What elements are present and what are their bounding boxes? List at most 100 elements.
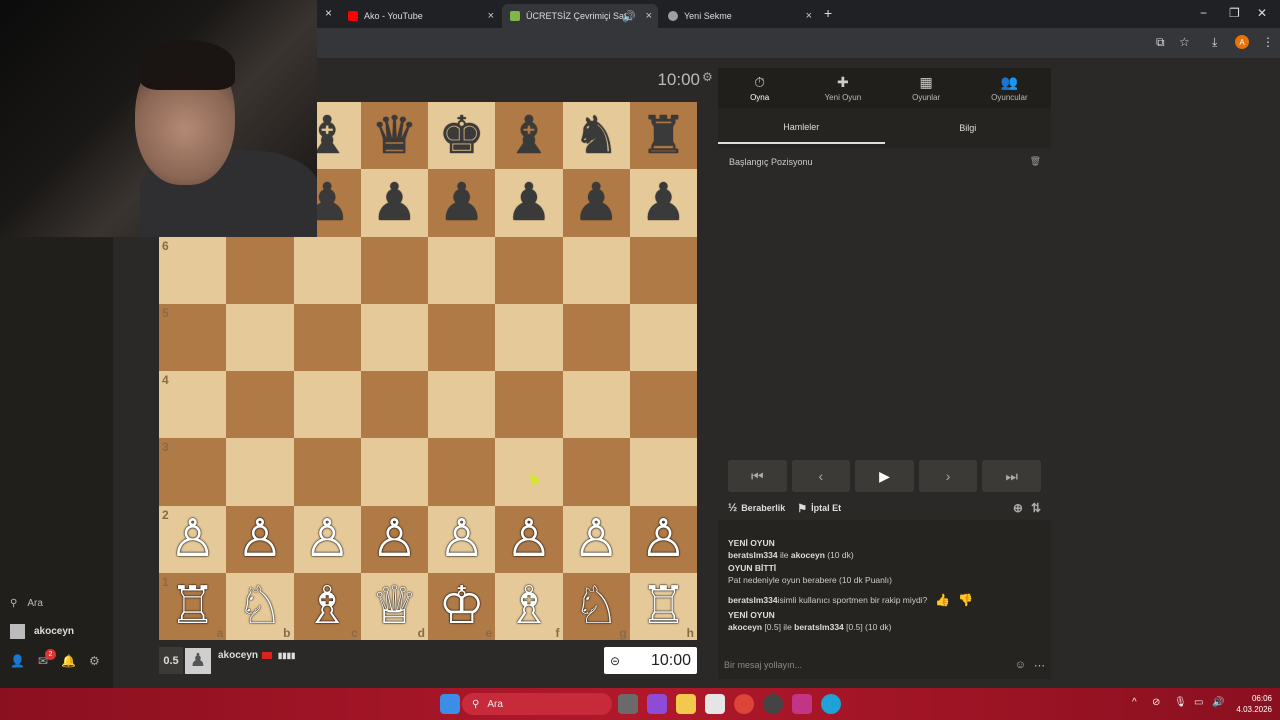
chess-piece[interactable]: ♙ [304, 513, 351, 565]
board-square[interactable] [428, 371, 496, 439]
board-square[interactable] [226, 303, 294, 371]
chess-piece[interactable]: ♚ [438, 110, 485, 162]
board-square[interactable]: ♙ 2 [159, 505, 227, 573]
chevron-up-icon[interactable]: ^ [1132, 697, 1137, 708]
board-square[interactable] [360, 438, 428, 506]
more-icon[interactable]: ⋯ [1034, 659, 1045, 672]
abort-button[interactable]: ⚑ İptal Et [797, 502, 841, 515]
tab-new[interactable]: Yeni Sekme × [660, 4, 818, 28]
chess-piece[interactable]: ♙ [371, 513, 418, 565]
board-square[interactable] [629, 236, 697, 304]
profile-avatar[interactable]: A [1235, 35, 1249, 49]
board-square[interactable]: ♛ [360, 102, 428, 170]
board-square[interactable] [428, 303, 496, 371]
board-square[interactable] [293, 438, 361, 506]
chess-piece[interactable]: ♟ [640, 177, 687, 229]
board-square[interactable]: ♖ h [629, 572, 697, 640]
board-square[interactable]: ♗ c [293, 572, 361, 640]
tab-oyuncular[interactable]: 👥 Oyuncular [968, 68, 1051, 108]
gear-icon[interactable]: ⚙ [702, 70, 713, 84]
chat-input[interactable]: Bir mesaj yollayın... ☺ ⋯ [718, 654, 1051, 676]
board-square[interactable]: 6 [159, 236, 227, 304]
chess-piece[interactable]: ♘ [573, 580, 620, 632]
board-square[interactable] [226, 236, 294, 304]
board-square[interactable]: ♞ [562, 102, 630, 170]
app-icon[interactable] [763, 694, 783, 714]
bookmark-star-icon[interactable]: ☆ [1179, 35, 1190, 49]
chess-piece[interactable]: ♝ [506, 110, 553, 162]
chess-piece[interactable]: ♙ [640, 513, 687, 565]
chess-piece[interactable]: ♙ [438, 513, 485, 565]
board-square[interactable]: ♟ [495, 169, 563, 237]
board-square[interactable] [495, 438, 563, 506]
flip-board-icon[interactable]: ⇅ [1031, 501, 1041, 515]
board-square[interactable]: 3 [159, 438, 227, 506]
board-square[interactable] [293, 371, 361, 439]
chess-piece[interactable]: ♖ [169, 580, 216, 632]
board-square[interactable] [562, 438, 630, 506]
board-square[interactable]: ♙ [226, 505, 294, 573]
menu-icon[interactable]: ⋮ [1262, 35, 1274, 49]
chess-piece[interactable]: ♙ [237, 513, 284, 565]
next-move-button[interactable]: › [918, 460, 978, 492]
speaker-icon[interactable]: 🔊 [622, 10, 636, 23]
mic-icon[interactable]: 🎙 [1174, 697, 1187, 708]
board-square[interactable]: ♙ [495, 505, 563, 573]
tab-yeni-oyun[interactable]: ✚ Yeni Oyun [801, 68, 884, 108]
board-square[interactable] [226, 371, 294, 439]
board-square[interactable]: ♙ [293, 505, 361, 573]
chess-piece[interactable]: ♙ [506, 513, 553, 565]
board-square[interactable] [293, 236, 361, 304]
board-square[interactable] [428, 438, 496, 506]
close-icon[interactable]: × [646, 10, 652, 22]
board-square[interactable]: ♘ b [226, 572, 294, 640]
board-square[interactable]: 4 [159, 371, 227, 439]
board-square[interactable] [360, 371, 428, 439]
prev-move-button[interactable]: ‹ [791, 460, 851, 492]
board-square[interactable] [562, 371, 630, 439]
file-explorer-icon[interactable] [676, 694, 696, 714]
tab-hamleler[interactable]: Hamleler [718, 112, 885, 144]
board-square[interactable]: ♔ e [428, 572, 496, 640]
board-square[interactable] [495, 371, 563, 439]
board-square[interactable]: ♙ [360, 505, 428, 573]
chess-piece[interactable]: ♟ [438, 177, 485, 229]
close-window-icon[interactable]: ✕ [1257, 6, 1267, 20]
chess-piece[interactable]: ♙ [169, 513, 216, 565]
widgets-icon[interactable] [647, 694, 667, 714]
start-position-label[interactable]: Başlangıç Pozisyonu [729, 157, 813, 167]
sidebar-search[interactable]: ⚲ Ara [10, 598, 43, 609]
board-square[interactable] [562, 236, 630, 304]
chess-piece[interactable]: ♟ [506, 177, 553, 229]
edge-icon[interactable] [821, 694, 841, 714]
chess-piece[interactable]: ♜ [640, 110, 687, 162]
board-square[interactable] [360, 303, 428, 371]
add-time-icon[interactable]: ⊕ [1013, 501, 1023, 515]
chrome-icon[interactable] [734, 694, 754, 714]
board-square[interactable]: ♘ g [562, 572, 630, 640]
volume-icon[interactable]: 🔊 [1212, 697, 1224, 708]
board-square[interactable] [562, 303, 630, 371]
board-square[interactable]: ♟ [428, 169, 496, 237]
board-square[interactable] [629, 438, 697, 506]
download-icon[interactable]: ⤓ [1212, 35, 1217, 50]
board-square[interactable] [495, 303, 563, 371]
chess-piece[interactable]: ♗ [304, 580, 351, 632]
board-square[interactable] [629, 303, 697, 371]
tab-oyna[interactable]: ⏱ Oyna [718, 68, 801, 108]
close-icon[interactable]: × [325, 6, 332, 20]
tab-youtube[interactable]: Ako - YouTube × [340, 4, 500, 28]
emoji-icon[interactable]: ☺ [1015, 659, 1026, 671]
first-move-button[interactable]: ⏮ [728, 460, 787, 492]
trash-icon[interactable]: 🗑 [1030, 156, 1041, 167]
board-square[interactable] [293, 303, 361, 371]
chess-piece[interactable]: ♔ [438, 580, 485, 632]
system-clock[interactable]: 06:06 4.03.2026 [1236, 693, 1272, 715]
thumbs-up-icon[interactable]: 👍 [935, 593, 950, 607]
store-icon[interactable] [705, 694, 725, 714]
cast-icon[interactable]: ⧉ [1156, 35, 1165, 50]
player-name[interactable]: akoceyn [218, 650, 258, 661]
chess-piece[interactable]: ♟ [573, 177, 620, 229]
display-icon[interactable]: ▭ [1194, 697, 1203, 708]
chess-piece[interactable]: ♟ [371, 177, 418, 229]
